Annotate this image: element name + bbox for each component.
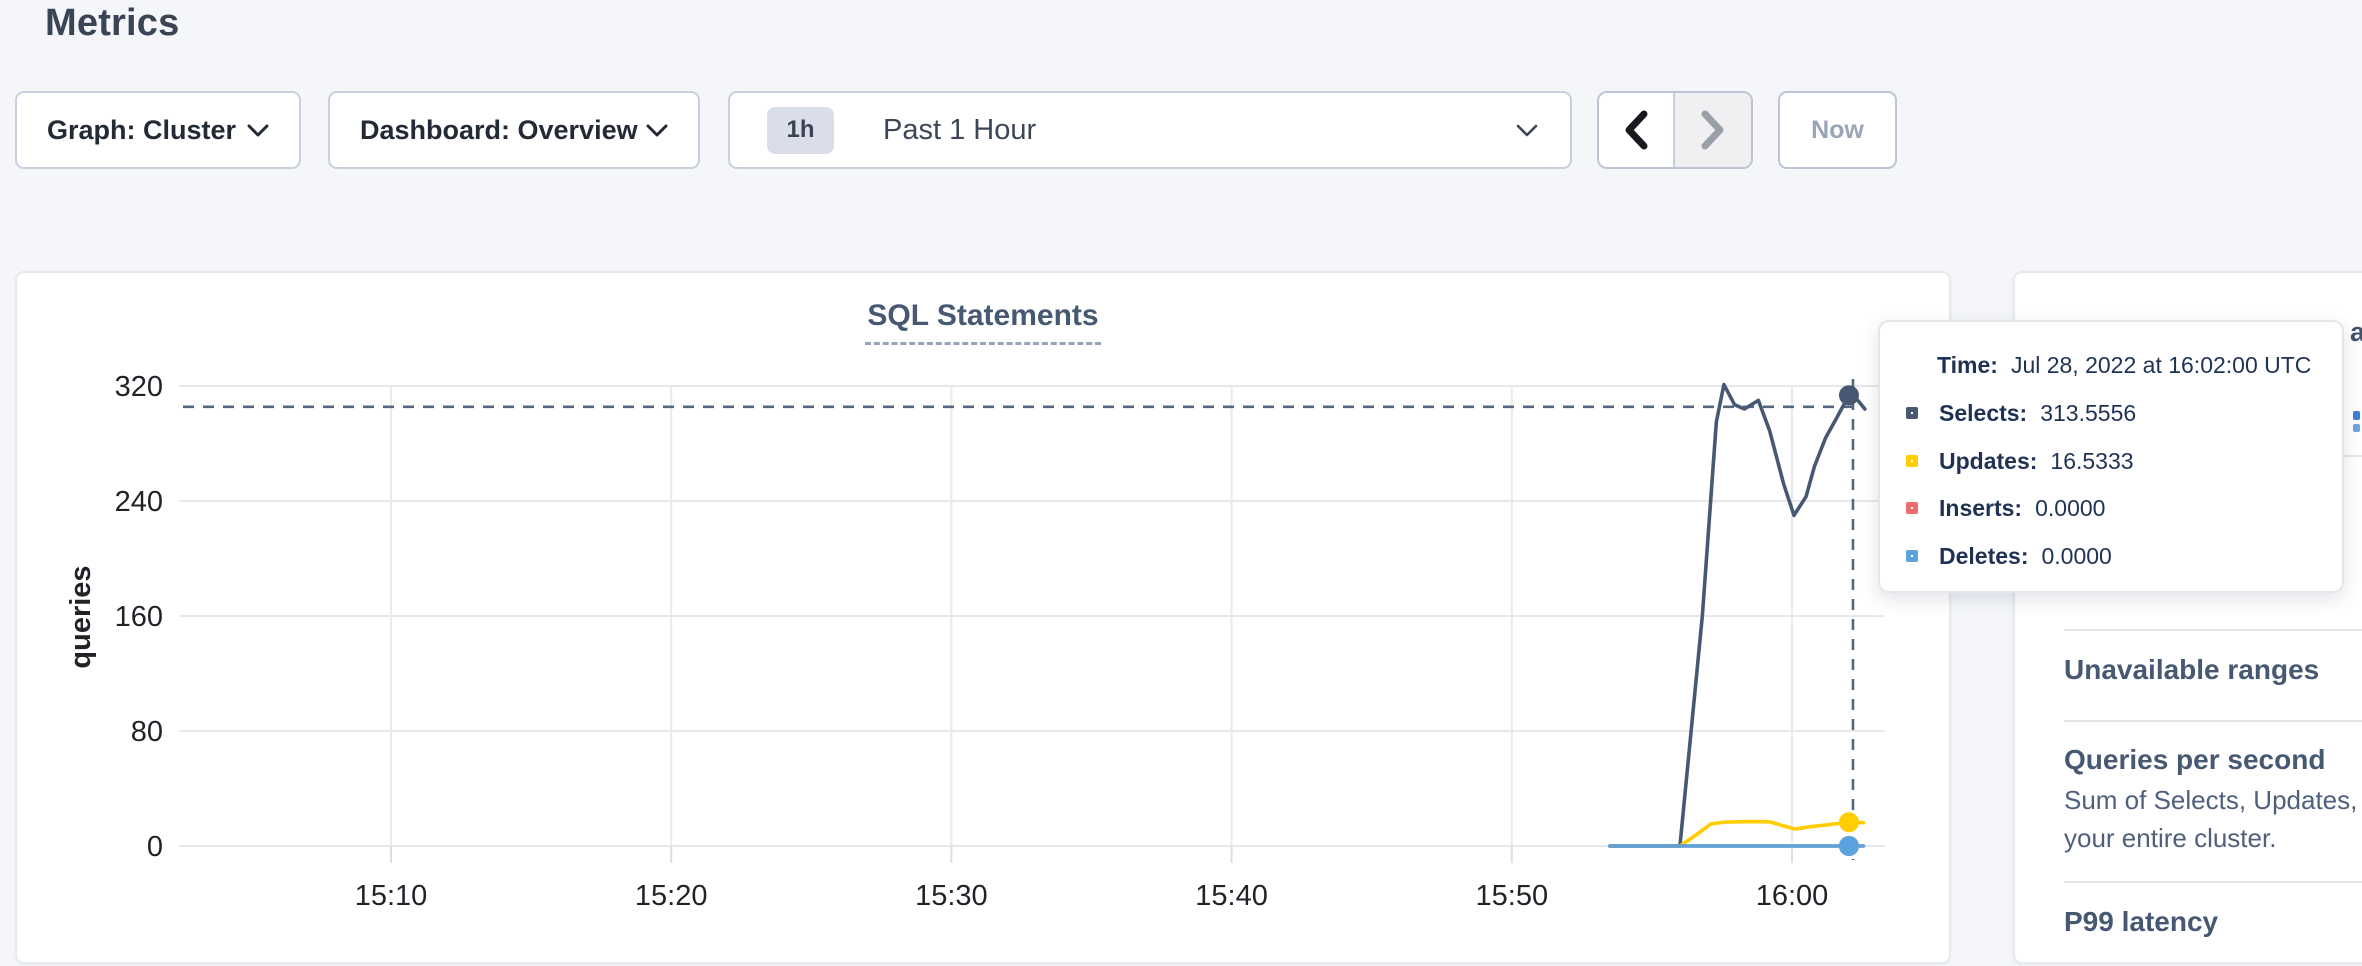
now-button-label: Now — [1811, 116, 1864, 145]
hover-dot-deletes — [1839, 836, 1859, 856]
tooltip-time-label: Time: — [1937, 352, 1998, 379]
tooltip-row-updates: Updates: 16.5333 — [1880, 446, 2342, 476]
dashboard-dropdown-label: Dashboard: Overview — [360, 115, 638, 146]
y-tick-label: 80 — [131, 716, 163, 748]
y-tick-label: 0 — [147, 831, 163, 863]
sql-statements-chart[interactable]: 0 80 160 240 320 15:10 15:20 15:30 15:40 15:50 16:… — [17, 273, 1953, 966]
page-title: Metrics — [45, 2, 179, 45]
series-line-updates — [1610, 822, 1864, 846]
x-tick-label: 15:40 — [1195, 880, 1268, 912]
dashboard-dropdown[interactable]: Dashboard: Overview — [328, 91, 700, 169]
tooltip-row-selects: Selects: 313.5556 — [1880, 398, 2342, 428]
chart-hover-tooltip: Time: Jul 28, 2022 at 16:02:00 UTC Selec… — [1878, 320, 2344, 593]
tooltip-row-label: Updates: — [1939, 448, 2037, 475]
now-button[interactable]: Now — [1778, 91, 1897, 169]
sql-statements-chart-card: SQL Statements 08016024032015:1015:2015:… — [15, 271, 1951, 964]
prev-time-window-button[interactable] — [1599, 93, 1675, 167]
y-tick-label: 320 — [115, 371, 163, 403]
sidebar-divider — [2064, 720, 2362, 722]
hover-dot-selects — [1839, 385, 1859, 405]
y-axis-title: queries — [65, 565, 97, 668]
tooltip-row-value: 313.5556 — [2040, 400, 2136, 427]
tooltip-row-value: 0.0000 — [2041, 543, 2111, 570]
graph-dropdown[interactable]: Graph: Cluster — [15, 91, 301, 169]
tooltip-time-row: Time: Jul 28, 2022 at 16:02:00 UTC — [1880, 350, 2342, 380]
tooltip-row-label: Deletes: — [1939, 543, 2028, 570]
y-tick-label: 160 — [115, 601, 163, 633]
tooltip-row-value: 0.0000 — [2035, 495, 2105, 522]
inserts-swatch-icon — [1906, 502, 1918, 514]
sidebar-item-unavailable-ranges: Unavailable ranges — [2064, 654, 2319, 686]
hover-dot-updates — [1839, 812, 1859, 832]
x-tick-label: 15:10 — [355, 880, 428, 912]
chevron-down-icon — [646, 124, 668, 137]
tooltip-row-deletes: Deletes: 0.0000 — [1880, 541, 2342, 571]
time-window-nav — [1597, 91, 1753, 169]
tooltip-row-label: Selects: — [1939, 400, 2027, 427]
chevron-down-icon — [247, 124, 269, 137]
time-range-dropdown[interactable]: 1h Past 1 Hour — [728, 91, 1572, 169]
selects-swatch-icon — [1906, 407, 1918, 419]
chevron-left-icon — [1623, 110, 1649, 150]
tooltip-row-value: 16.5333 — [2050, 448, 2133, 475]
graph-dropdown-label: Graph: Cluster — [47, 115, 236, 146]
clipped-sidebar-text-fragment: a — [2350, 317, 2362, 348]
sidebar-item-queries-per-second: Queries per second — [2064, 744, 2325, 776]
time-range-badge: 1h — [767, 107, 834, 154]
x-tick-label: 16:00 — [1756, 880, 1829, 912]
x-tick-label: 15:50 — [1476, 880, 1549, 912]
updates-swatch-icon — [1906, 455, 1918, 467]
sidebar-divider — [2064, 881, 2362, 883]
time-range-label: Past 1 Hour — [883, 114, 1516, 147]
clipped-divider-fragment — [2344, 455, 2362, 457]
clipped-blue-text-fragment — [2353, 411, 2360, 420]
clipped-blue-text-fragment — [2353, 424, 2360, 432]
sidebar-item-p99-latency: P99 latency — [2064, 906, 2218, 938]
y-tick-label: 240 — [115, 486, 163, 518]
sidebar-item-qps-description-line2: your entire cluster. — [2064, 823, 2276, 854]
sidebar-divider — [2064, 629, 2362, 631]
tooltip-row-inserts: Inserts: 0.0000 — [1880, 493, 2342, 523]
tooltip-time-value: Jul 28, 2022 at 16:02:00 UTC — [2011, 352, 2311, 379]
sidebar-item-qps-description-line1: Sum of Selects, Updates, Inser — [2064, 785, 2362, 816]
next-time-window-button[interactable] — [1675, 93, 1751, 167]
chevron-down-icon — [1516, 124, 1538, 137]
x-tick-label: 15:20 — [635, 880, 708, 912]
x-tick-label: 15:30 — [915, 880, 988, 912]
tooltip-row-label: Inserts: — [1939, 495, 2022, 522]
chevron-right-icon — [1700, 110, 1726, 150]
deletes-swatch-icon — [1906, 550, 1918, 562]
